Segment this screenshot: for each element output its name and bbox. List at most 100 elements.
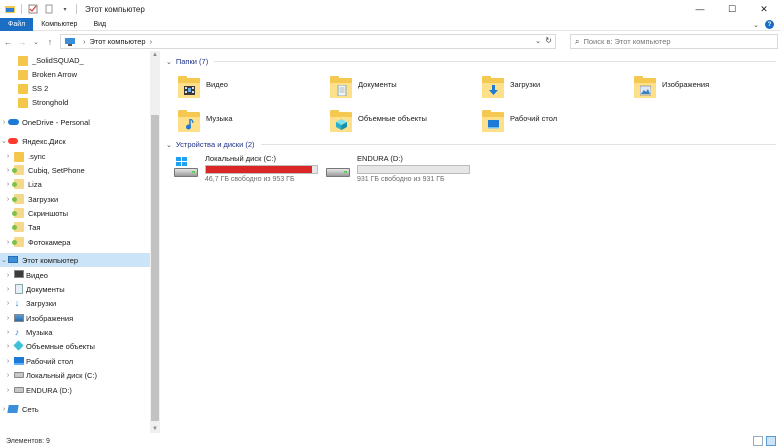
sidebar-item-downloads[interactable]: › ↓ Загрузки [0,296,151,310]
folder-tile-label: Документы [358,79,397,89]
expand-chevron-icon[interactable]: › [4,329,12,336]
drive-tile-local-c[interactable]: Локальный диск (C:) 46,7 ГБ свободно из … [174,154,318,183]
expand-chevron-icon[interactable]: › [0,119,8,126]
folder-icon [18,69,28,80]
breadcrumb-this-pc[interactable]: Этот компьютер [90,37,146,46]
sidebar-item-camera[interactable]: › Фотокамера [0,235,151,249]
sidebar-item-pictures[interactable]: › Изображения [0,311,151,325]
expand-chevron-icon[interactable]: › [4,167,12,174]
expand-chevron-icon[interactable]: › [4,300,12,307]
sidebar-item-liza[interactable]: › Liza [0,177,151,191]
sidebar-item-video[interactable]: › Видео [0,268,151,282]
tab-file[interactable]: Файл [0,17,34,31]
sidebar-item-cubiq[interactable]: › Cubiq, SetPhone [0,163,151,177]
maximize-button[interactable]: ☐ [716,0,748,18]
folder-tile-pictures[interactable]: Изображения [634,71,709,103]
folder-tile-video[interactable]: Видео [178,71,228,103]
sidebar-item-desktop[interactable]: › Рабочий стол [0,354,151,368]
sidebar-item-network[interactable]: › Сеть [0,402,151,416]
scrollbar-thumb[interactable] [151,115,159,421]
sidebar-item-yd-downloads[interactable]: › Загрузки [0,192,151,206]
folder-tile-desktop[interactable]: Рабочий стол [482,105,557,137]
help-icon[interactable]: ? [765,20,774,29]
minimize-button[interactable]: — [684,0,716,18]
sidebar-item-taya[interactable]: Тая [0,220,151,234]
sidebar-scrollbar[interactable]: ▲ ▼ [150,51,160,433]
folders-group-header[interactable]: ⌄ Папки (7) [166,57,776,66]
sidebar-item-solidsquad[interactable]: _SolidSQUAD_ [0,53,151,67]
expand-chevron-icon[interactable]: › [4,372,12,379]
expand-chevron-icon[interactable]: › [4,315,12,322]
chevron-down-icon[interactable]: ⌄ [753,21,759,29]
sidebar-item-local-disk-c[interactable]: › Локальный диск (C:) [0,368,151,382]
expand-chevron-icon[interactable]: › [4,239,12,246]
sidebar-item-documents[interactable]: › Документы [0,282,151,296]
video-folder-icon [178,74,200,100]
breadcrumb-separator-icon[interactable]: › [150,37,153,46]
collapse-chevron-icon[interactable]: ⌄ [166,141,172,149]
sidebar-item-screenshots[interactable]: Скриншоты [0,206,151,220]
breadcrumb-separator-icon[interactable]: › [83,37,86,46]
scroll-down-icon[interactable]: ▼ [152,426,158,432]
sidebar-item-label: Яндекс.Диск [22,136,66,146]
sidebar-item-yandex-disk[interactable]: ⌄ Яндекс.Диск [0,134,151,148]
desktop-folder-icon [14,357,24,365]
expand-chevron-icon[interactable]: › [4,358,12,365]
tiles-view-icon[interactable] [766,436,776,446]
forward-button[interactable]: → [16,34,28,50]
expand-chevron-icon[interactable]: › [4,153,12,160]
customize-toolbar-icon[interactable]: ▾ [60,4,70,14]
tab-view[interactable]: Вид [85,18,114,31]
details-view-icon[interactable] [753,436,763,446]
back-button[interactable]: ← [2,34,14,50]
sidebar-item-onedrive[interactable]: › OneDrive - Personal [0,115,151,129]
expand-chevron-icon[interactable]: › [4,196,12,203]
sidebar-item-label: Этот компьютер [22,255,79,265]
expand-chevron-icon[interactable]: › [4,181,12,188]
close-button[interactable]: ✕ [748,0,780,18]
sidebar-item-label: Liza [28,179,42,189]
sidebar-item-sync[interactable]: › .sync [0,149,151,163]
address-history-chevron-icon[interactable]: ⌄ [535,37,541,45]
expand-chevron-icon[interactable]: › [4,343,12,350]
folder-icon [18,83,28,94]
search-input[interactable]: Поиск в: Этот компьютер [583,37,670,46]
sidebar-item-3d-objects[interactable]: › Объемные объекты [0,339,151,353]
drive-tile-endura-d[interactable]: ENDURA (D:) 931 ГБ свободно из 931 ГБ [326,154,470,183]
search-box[interactable]: ⌕ Поиск в: Этот компьютер [570,34,778,49]
downloads-folder-icon [482,74,504,100]
navigation-pane: _SolidSQUAD_ Broken Arrow SS 2 Stronghol… [0,51,151,433]
folder-tile-3d-objects[interactable]: Объемные объекты [330,105,427,137]
tab-computer[interactable]: Компьютер [33,18,85,31]
collapse-chevron-icon[interactable]: ⌄ [0,137,8,145]
properties-icon[interactable] [28,4,38,14]
local-disk-icon [14,372,24,378]
local-disk-icon [174,156,200,180]
recent-locations-button[interactable]: ⌄ [30,34,42,50]
expand-chevron-icon[interactable]: › [4,387,12,394]
expand-chevron-icon[interactable]: › [4,272,12,279]
sidebar-item-label: SS 2 [32,83,49,93]
scroll-up-icon[interactable]: ▲ [152,52,158,58]
devices-group-title: Устройства и диски (2) [175,140,255,149]
expand-chevron-icon[interactable]: › [4,286,12,293]
folder-tile-music[interactable]: Музыка [178,105,233,137]
sidebar-item-endura-d[interactable]: › ENDURA (D:) [0,383,151,397]
folder-tile-documents[interactable]: Документы [330,71,397,103]
drive-usage-bar [357,165,470,174]
address-bar[interactable]: › Этот компьютер › ⌄ ↻ [60,34,556,49]
up-button[interactable]: ↑ [44,34,56,50]
ribbon-tabs: Файл Компьютер Вид ⌄ ? [0,17,780,31]
collapse-chevron-icon[interactable]: ⌄ [0,256,8,264]
sidebar-item-stronghold[interactable]: Stronghold [0,95,151,109]
sidebar-item-ss2[interactable]: SS 2 [0,81,151,95]
refresh-icon[interactable]: ↻ [545,36,552,45]
sidebar-item-broken-arrow[interactable]: Broken Arrow [0,67,151,81]
folder-tile-downloads[interactable]: Загрузки [482,71,540,103]
sidebar-item-music[interactable]: › ♪ Музыка [0,325,151,339]
sidebar-item-label: Stronghold [32,97,69,107]
new-folder-icon[interactable] [44,4,54,14]
collapse-chevron-icon[interactable]: ⌄ [166,58,172,66]
devices-group-header[interactable]: ⌄ Устройства и диски (2) [166,140,776,149]
sidebar-item-this-pc[interactable]: ⌄ Этот компьютер [0,253,151,267]
